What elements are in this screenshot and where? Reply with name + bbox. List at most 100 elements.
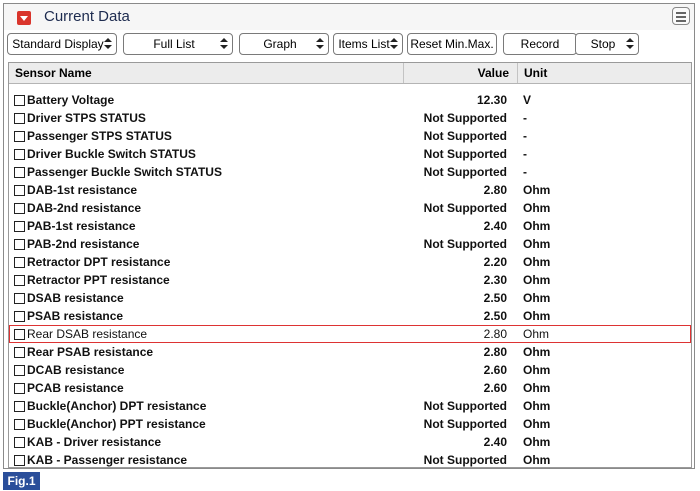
sensor-value: 2.40 (483, 435, 507, 449)
sensor-name: KAB - Passenger resistance (27, 453, 188, 467)
row-checkbox[interactable] (14, 221, 25, 232)
row-checkbox[interactable] (14, 113, 25, 124)
dropdown-icon[interactable] (17, 11, 31, 25)
row-checkbox[interactable] (14, 383, 25, 394)
sensor-unit: - (523, 129, 527, 143)
record-button[interactable]: Record (503, 33, 577, 55)
row-checkbox[interactable] (14, 185, 25, 196)
sensor-name: Retractor DPT resistance (27, 255, 171, 269)
sensor-unit: Ohm (523, 219, 551, 233)
sensor-name: DCAB resistance (27, 363, 125, 377)
sensor-unit: Ohm (523, 345, 551, 359)
row-checkbox[interactable] (14, 437, 25, 448)
sensor-unit: - (523, 111, 527, 125)
sensor-name: KAB - Driver resistance (27, 435, 162, 449)
column-header-sensor-name[interactable]: Sensor Name (15, 63, 92, 83)
table-body: Battery Voltage 12.30 V Driver STPS STATUS N… (9, 91, 691, 467)
table-row[interactable]: Retractor PPT resistance 2.30 Ohm (9, 271, 691, 289)
standard-display-select[interactable]: Standard Display (7, 33, 117, 55)
sensor-name: PAB-2nd resistance (27, 237, 140, 251)
table-row[interactable]: PAB-2nd resistance Not Supported Ohm (9, 235, 691, 253)
sensor-name: Passenger Buckle Switch STATUS (27, 165, 222, 179)
table-row[interactable]: Driver Buckle Switch STATUS Not Supported… (9, 145, 691, 163)
toolbar-button-label: Record (520, 37, 560, 51)
table-row[interactable]: KAB - Driver resistance 2.40 Ohm (9, 433, 691, 451)
stop-select[interactable]: Stop (575, 33, 639, 55)
table-row[interactable]: DSAB resistance 2.50 Ohm (9, 289, 691, 307)
sensor-value: Not Supported (423, 129, 507, 143)
table-row[interactable]: Buckle(Anchor) PPT resistance Not Support… (9, 415, 691, 433)
row-checkbox[interactable] (14, 203, 25, 214)
sensor-name: Buckle(Anchor) PPT resistance (27, 417, 206, 431)
table-row[interactable]: Driver STPS STATUS Not Supported - (9, 109, 691, 127)
sensor-value: Not Supported (423, 417, 507, 431)
sensor-value: 2.50 (483, 309, 507, 323)
sensor-unit: Ohm (523, 255, 551, 269)
sensor-name: Driver Buckle Switch STATUS (27, 147, 196, 161)
sensor-unit: Ohm (523, 381, 551, 395)
row-checkbox[interactable] (14, 131, 25, 142)
toolbar-button-label: Items List (338, 37, 390, 51)
table-row[interactable]: DCAB resistance 2.60 Ohm (9, 361, 691, 379)
sensor-value: 2.30 (483, 273, 507, 287)
toolbar-button-label: Standard Display (12, 37, 104, 51)
row-checkbox[interactable] (14, 95, 25, 106)
table-row[interactable]: DAB-2nd resistance Not Supported Ohm (9, 199, 691, 217)
row-checkbox[interactable] (14, 149, 25, 160)
table-row[interactable]: DAB-1st resistance 2.80 Ohm (9, 181, 691, 199)
table-row[interactable]: Retractor DPT resistance 2.20 Ohm (9, 253, 691, 271)
sensor-name: DAB-1st resistance (27, 183, 138, 197)
row-checkbox[interactable] (14, 365, 25, 376)
sensor-unit: Ohm (523, 309, 551, 323)
sensor-unit: Ohm (523, 237, 551, 251)
table-row[interactable]: PCAB resistance 2.60 Ohm (9, 379, 691, 397)
table-row[interactable]: Buckle(Anchor) DPT resistance Not Support… (9, 397, 691, 415)
reset-min-max-button[interactable]: Reset Min.Max. (407, 33, 497, 55)
row-checkbox[interactable] (14, 257, 25, 268)
sensor-value: 2.80 (483, 345, 507, 359)
table-row[interactable]: Passenger Buckle Switch STATUS Not Suppor… (9, 163, 691, 181)
sensor-name: PSAB resistance (27, 309, 124, 323)
sensor-unit: Ohm (523, 291, 551, 305)
table-row[interactable]: Rear PSAB resistance 2.80 Ohm (9, 343, 691, 361)
row-checkbox[interactable] (14, 293, 25, 304)
up-down-arrows-icon (220, 38, 228, 50)
graph-select[interactable]: Graph (239, 33, 329, 55)
sensor-value: 2.60 (483, 363, 507, 377)
table-row[interactable]: PSAB resistance 2.50 Ohm (9, 307, 691, 325)
items-list-select[interactable]: Items List (333, 33, 403, 55)
sensor-value: 2.80 (483, 327, 507, 341)
row-checkbox[interactable] (14, 329, 25, 340)
row-checkbox[interactable] (14, 275, 25, 286)
table-row[interactable]: Passenger STPS STATUS Not Supported - (9, 127, 691, 145)
sensor-unit: Ohm (523, 273, 551, 287)
full-list-select[interactable]: Full List (123, 33, 233, 55)
row-checkbox[interactable] (14, 419, 25, 430)
sensor-name: PAB-1st resistance (27, 219, 136, 233)
table-row[interactable]: Rear DSAB resistance 2.80 Ohm (9, 325, 691, 343)
sensor-name: Retractor PPT resistance (27, 273, 170, 287)
column-header-unit[interactable]: Unit (517, 63, 683, 83)
table-row[interactable]: PAB-1st resistance 2.40 Ohm (9, 217, 691, 235)
sensor-unit: - (523, 165, 527, 179)
row-checkbox[interactable] (14, 167, 25, 178)
column-header-value[interactable]: Value (403, 63, 513, 83)
window-title: Current Data (44, 8, 130, 25)
row-checkbox[interactable] (14, 347, 25, 358)
row-checkbox[interactable] (14, 311, 25, 322)
sensor-value: Not Supported (423, 201, 507, 215)
row-checkbox[interactable] (14, 455, 25, 466)
up-down-arrows-icon (390, 38, 398, 50)
sensor-value: 12.30 (476, 93, 507, 107)
current-data-window: Current Data Standard Display Full List Gr… (3, 3, 695, 469)
sensor-value: 2.80 (483, 183, 507, 197)
sensor-unit: Ohm (523, 183, 551, 197)
table-row[interactable]: Battery Voltage 12.30 V (9, 91, 691, 109)
sensor-value: Not Supported (423, 147, 507, 161)
row-checkbox[interactable] (14, 401, 25, 412)
table-row[interactable]: KAB - Passenger resistance Not Supported O… (9, 451, 691, 467)
sensor-unit: Ohm (523, 201, 551, 215)
menu-icon[interactable] (672, 7, 690, 25)
row-checkbox[interactable] (14, 239, 25, 250)
table-header: Sensor Name Value Unit (9, 63, 691, 84)
